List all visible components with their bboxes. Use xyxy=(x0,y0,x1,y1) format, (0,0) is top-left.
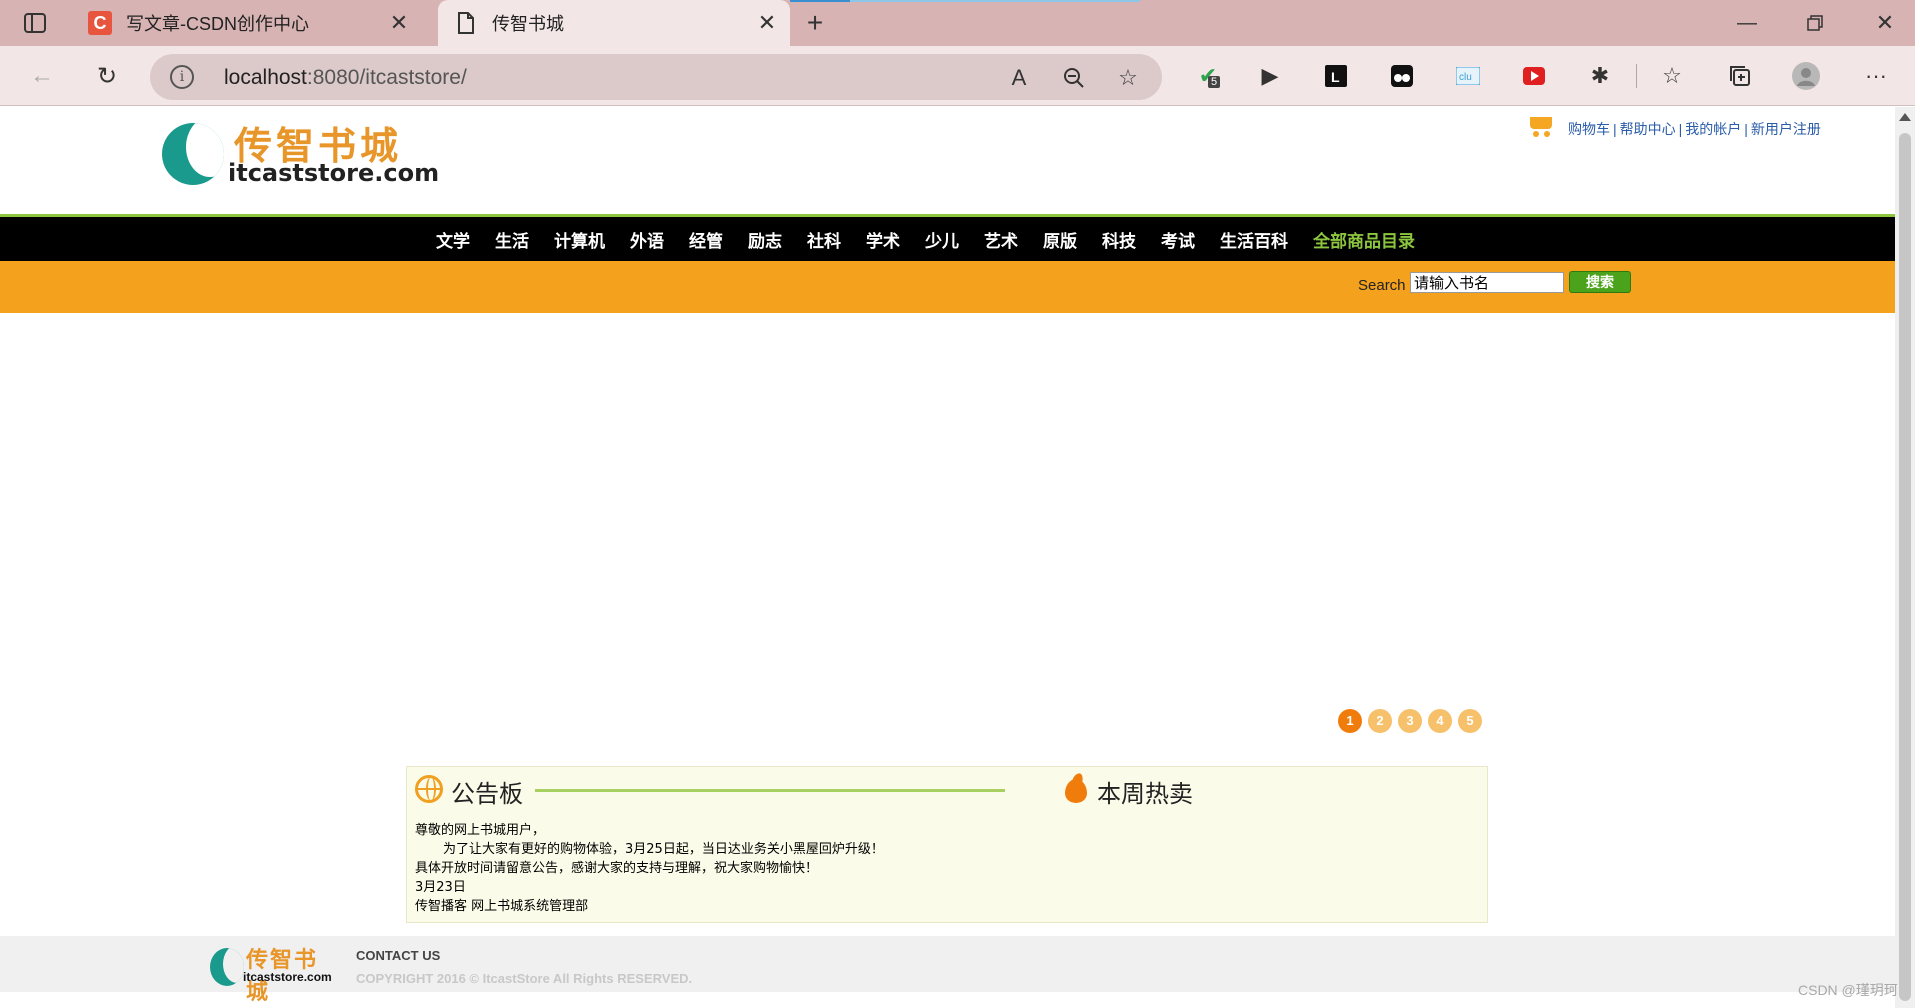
notice-line: 具体开放时间请留意公告，感谢大家的支持与理解，祝大家购物愉快！ xyxy=(415,861,819,876)
notice-and-hot-panel: 公告板 本周热卖 尊敬的网上书城用户， 为了让大家有更好的购物体验，3月25日起… xyxy=(406,766,1488,923)
nav-item-original[interactable]: 原版 xyxy=(1043,227,1077,252)
copyright-text: COPYRIGHT 2016 © ItcastStore All Rights … xyxy=(356,971,693,986)
search-input[interactable] xyxy=(1410,272,1564,293)
carousel-pagination: 1 2 3 4 5 xyxy=(1338,709,1488,733)
play-extension-icon[interactable]: ▶ xyxy=(1254,60,1286,92)
notice-line: 尊敬的网上书城用户， xyxy=(415,823,546,838)
svg-text:L: L xyxy=(1331,69,1340,85)
nav-item-literature[interactable]: 文学 xyxy=(436,227,470,252)
web-page: 传智书城 itcaststore.com 购物车 | 帮助中心 | 我的帐户 | 新用户注册… xyxy=(0,107,1895,1008)
sidebar-toggle-icon[interactable] xyxy=(20,10,50,36)
footer-logo-english: itcaststore.com xyxy=(243,970,332,984)
video-extension-icon[interactable] xyxy=(1518,60,1550,92)
register-link[interactable]: 新用户注册 xyxy=(1751,121,1821,137)
nav-item-life-encyclopedia[interactable]: 生活百科 xyxy=(1220,227,1288,252)
restore-icon[interactable] xyxy=(1800,8,1830,38)
carousel-page-4[interactable]: 4 xyxy=(1428,709,1452,733)
zoom-out-icon[interactable] xyxy=(1060,64,1088,92)
carousel-page-2[interactable]: 2 xyxy=(1368,709,1392,733)
logo-emblem-icon xyxy=(162,123,224,185)
search-button[interactable]: 搜索 xyxy=(1569,271,1631,293)
collections-icon[interactable] xyxy=(1724,60,1756,92)
flame-icon xyxy=(1065,771,1087,803)
nav-item-life[interactable]: 生活 xyxy=(495,227,529,252)
page-icon xyxy=(454,11,478,35)
nav-item-foreign-language[interactable]: 外语 xyxy=(630,227,664,252)
site-logo[interactable]: 传智书城 itcaststore.com xyxy=(162,115,439,187)
my-account-link[interactable]: 我的帐户 xyxy=(1685,121,1741,137)
scroll-up-arrow-icon[interactable] xyxy=(1899,113,1911,121)
logo-emblem-icon xyxy=(210,948,244,986)
tampermonkey-extension-icon[interactable] xyxy=(1386,60,1418,92)
leetcode-extension-icon[interactable]: L xyxy=(1320,60,1352,92)
shield-extension-icon[interactable]: ✔5 xyxy=(1192,60,1224,92)
more-menu-icon[interactable]: ··· xyxy=(1860,60,1892,92)
favorites-icon[interactable]: ☆ xyxy=(1656,60,1688,92)
read-aloud-icon[interactable]: A xyxy=(1005,64,1033,92)
carousel-page-5[interactable]: 5 xyxy=(1458,709,1482,733)
refresh-icon[interactable]: ↻ xyxy=(91,60,123,92)
nav-item-children[interactable]: 少儿 xyxy=(925,227,959,252)
close-icon[interactable]: ✕ xyxy=(384,10,414,36)
category-list: 文学 生活 计算机 外语 经管 励志 社科 学术 少儿 艺术 原版 科技 考试 … xyxy=(436,227,1440,252)
hot-sales-title: 本周热卖 xyxy=(1097,781,1193,808)
browser-toolbar: ← ↻ i localhost:8080/itcaststore/ A ☆ ✔5… xyxy=(0,46,1915,106)
new-tab-icon[interactable]: + xyxy=(800,7,830,38)
nav-item-technology[interactable]: 科技 xyxy=(1102,227,1136,252)
csdn-watermark: CSDN @瑾玥珂 xyxy=(1798,982,1898,998)
nav-item-academic[interactable]: 学术 xyxy=(866,227,900,252)
tab-title: 传智书城 xyxy=(492,14,564,34)
nav-item-all-products[interactable]: 全部商品目录 xyxy=(1313,227,1415,252)
cart-icon[interactable] xyxy=(1526,113,1556,139)
tab-csdn[interactable]: C 写文章-CSDN创作中心 ✕ xyxy=(72,0,422,46)
back-icon[interactable]: ← xyxy=(26,60,58,92)
loading-indicator xyxy=(790,0,1140,2)
url-text[interactable]: localhost:8080/itcaststore/ xyxy=(224,66,467,90)
notice-line: 3月23日 xyxy=(415,880,466,895)
browser-tab-bar: C 写文章-CSDN创作中心 ✕ 传智书城 ✕ + — ✕ xyxy=(0,0,1915,46)
close-icon[interactable]: ✕ xyxy=(752,10,782,36)
nav-item-inspiration[interactable]: 励志 xyxy=(748,227,782,252)
notice-line: 传智播客 网上书城系统管理部 xyxy=(415,899,589,914)
globe-icon xyxy=(415,775,443,803)
contact-us-link[interactable]: CONTACT US xyxy=(356,948,440,963)
nav-item-art[interactable]: 艺术 xyxy=(984,227,1018,252)
notice-board-title: 公告板 xyxy=(451,781,523,808)
help-center-link[interactable]: 帮助中心 xyxy=(1620,121,1676,137)
search-label: Search xyxy=(1358,277,1406,294)
minimize-icon[interactable]: — xyxy=(1732,8,1762,38)
category-nav: 文学 生活 计算机 外语 经管 励志 社科 学术 少儿 艺术 原版 科技 考试 … xyxy=(0,217,1895,261)
nav-item-exam[interactable]: 考试 xyxy=(1161,227,1195,252)
footer: 传智书城 itcaststore.com CONTACT US COPYRIGH… xyxy=(0,936,1895,1005)
extensions-puzzle-icon[interactable]: ✱ xyxy=(1584,60,1616,92)
tab-title: 写文章-CSDN创作中心 xyxy=(126,14,309,34)
add-favorite-icon[interactable]: ☆ xyxy=(1114,64,1142,92)
tab-itcaststore[interactable]: 传智书城 ✕ xyxy=(438,0,790,46)
csdn-icon: C xyxy=(88,11,112,35)
info-icon[interactable]: i xyxy=(170,65,194,89)
extension-badge: 5 xyxy=(1208,76,1221,88)
top-links: 购物车 | 帮助中心 | 我的帐户 | 新用户注册 xyxy=(1568,121,1821,137)
footer-logo[interactable]: 传智书城 itcaststore.com xyxy=(210,942,334,1005)
carousel-page-3[interactable]: 3 xyxy=(1398,709,1422,733)
carousel-page-1[interactable]: 1 xyxy=(1338,709,1362,733)
nav-item-social-science[interactable]: 社科 xyxy=(807,227,841,252)
page-scrollbar[interactable] xyxy=(1895,107,1915,1008)
address-bar[interactable]: i localhost:8080/itcaststore/ A ☆ xyxy=(150,54,1162,100)
notice-board-divider xyxy=(535,789,1005,792)
nav-item-computer[interactable]: 计算机 xyxy=(554,227,605,252)
logo-english-text: itcaststore.com xyxy=(228,159,440,187)
svg-text:clu: clu xyxy=(1459,72,1472,83)
profile-avatar-icon[interactable] xyxy=(1790,60,1822,92)
close-window-icon[interactable]: ✕ xyxy=(1870,8,1900,38)
notice-line: 为了让大家有更好的购物体验，3月25日起，当日达业务关小黑屋回炉升级！ xyxy=(443,842,884,857)
scroll-thumb[interactable] xyxy=(1899,133,1911,1001)
notice-text: 尊敬的网上书城用户， 为了让大家有更好的购物体验，3月25日起，当日达业务关小黑… xyxy=(415,821,884,916)
toolbar-divider xyxy=(1636,64,1637,88)
nav-item-management[interactable]: 经管 xyxy=(689,227,723,252)
translate-extension-icon[interactable]: clu xyxy=(1452,60,1484,92)
search-bar: Search 搜索 xyxy=(0,261,1895,313)
cart-link[interactable]: 购物车 xyxy=(1568,121,1610,137)
